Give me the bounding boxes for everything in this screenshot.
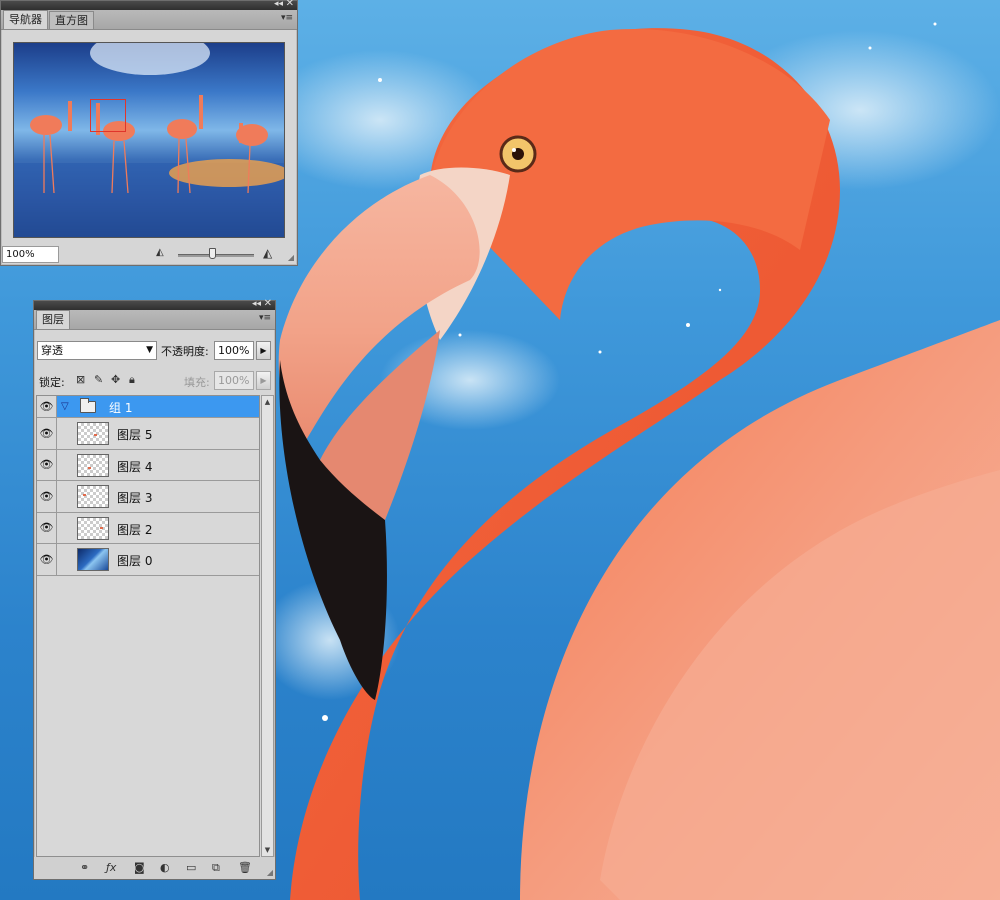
visibility-eye-icon[interactable]: 👁︎: [37, 396, 57, 417]
visibility-eye-icon[interactable]: 👁︎: [37, 481, 57, 512]
new-group-icon[interactable]: ▭: [186, 861, 196, 874]
close-icon[interactable]: ✕: [264, 298, 272, 310]
navigator-panel: ◂◂ ✕ 导航器 直方图 ▾≡ 100% ◭ ◭ ◢: [0, 0, 298, 266]
new-layer-icon[interactable]: ⧉: [212, 861, 220, 875]
lock-transparent-pixels-icon[interactable]: ⊠: [76, 373, 85, 386]
tab-navigator[interactable]: 导航器: [3, 10, 48, 29]
layer-thumbnail: [77, 516, 109, 540]
opacity-slider-button[interactable]: ▶: [256, 341, 271, 360]
layer-thumbnail: [77, 485, 109, 508]
fx-icon[interactable]: ƒx: [106, 861, 116, 874]
navigator-preview[interactable]: [13, 42, 285, 238]
layer-row[interactable]: 👁︎ 图层 2: [37, 512, 259, 544]
layer-row[interactable]: 👁︎ 图层 0: [37, 544, 259, 576]
lock-all-icon[interactable]: 🔒︎: [129, 373, 135, 387]
navigator-preview-image: [14, 43, 284, 237]
collapse-icon[interactable]: ◂◂: [252, 298, 261, 310]
opacity-input[interactable]: 100%: [214, 341, 254, 360]
layer-name: 图层 3: [117, 491, 153, 505]
navigator-tab-row: 导航器 直方图 ▾≡: [1, 10, 297, 30]
resize-grip-icon[interactable]: ◢: [288, 253, 294, 262]
layer-row-group-1[interactable]: 👁︎ ▽ 组 1: [37, 396, 259, 418]
layer-thumbnail: [77, 548, 109, 571]
navigator-titlebar[interactable]: ◂◂ ✕: [1, 0, 297, 10]
panel-menu-icon[interactable]: ▾≡: [281, 13, 293, 23]
blend-opacity-row: 穿透 ▼ 不透明度: 100% ▶: [34, 338, 275, 362]
layers-titlebar[interactable]: ◂◂ ✕: [34, 298, 275, 310]
lock-position-icon[interactable]: ✥: [111, 373, 120, 386]
zoom-input[interactable]: 100%: [2, 246, 59, 263]
layer-row[interactable]: 👁︎ 图层 3: [37, 481, 259, 513]
expand-triangle-icon[interactable]: ▽: [61, 401, 69, 412]
layers-list[interactable]: 👁︎ ▽ 组 1 👁︎ 图层 5 👁︎ 图层 4 👁︎ 图层 3 👁︎ 图层 2…: [36, 395, 260, 857]
visibility-eye-icon[interactable]: 👁︎: [37, 449, 57, 480]
panel-menu-icon[interactable]: ▾≡: [259, 313, 271, 323]
lock-image-pixels-icon[interactable]: ✎: [94, 373, 103, 386]
navigator-view-box[interactable]: [90, 99, 126, 132]
add-mask-icon[interactable]: ◙: [134, 861, 145, 874]
blend-mode-value: 穿透: [41, 344, 63, 357]
collapse-icon[interactable]: ◂◂: [274, 0, 283, 10]
visibility-eye-icon[interactable]: 👁︎: [37, 418, 57, 449]
fill-slider-button[interactable]: ▶: [256, 371, 271, 390]
adjustment-layer-icon[interactable]: ◐: [160, 861, 170, 874]
tab-layers[interactable]: 图层: [36, 310, 70, 329]
zoom-slider-thumb[interactable]: [209, 248, 217, 259]
layer-name: 图层 4: [117, 459, 153, 474]
link-layers-icon[interactable]: ⚭: [80, 861, 89, 874]
layers-scrollbar[interactable]: ▲ ▼: [261, 395, 274, 857]
visibility-eye-icon[interactable]: 👁︎: [37, 512, 57, 543]
layers-tab-row: 图层 ▾≡: [34, 310, 275, 330]
chevron-down-icon: ▼: [146, 345, 153, 355]
layer-row[interactable]: 👁︎ 图层 4: [37, 449, 259, 481]
layer-name: 图层 5: [117, 428, 153, 442]
scroll-down-icon[interactable]: ▼: [262, 844, 273, 856]
lock-label: 锁定:: [39, 376, 65, 389]
close-icon[interactable]: ✕: [286, 0, 294, 10]
opacity-label: 不透明度:: [161, 345, 209, 358]
layer-thumbnail: [77, 422, 109, 445]
layer-name: 图层 2: [117, 522, 153, 537]
layer-name: 图层 0: [117, 554, 153, 568]
zoom-out-icon[interactable]: ◭: [156, 247, 164, 258]
fill-input[interactable]: 100%: [214, 371, 254, 390]
blend-mode-select[interactable]: 穿透 ▼: [37, 341, 157, 360]
layer-thumbnail: [77, 453, 109, 477]
zoom-in-icon[interactable]: ◭: [263, 246, 272, 260]
lock-fill-row: 锁定: ⊠ ✎ ✥ 🔒︎ 填充: 100% ▶: [34, 368, 275, 392]
resize-grip-icon[interactable]: ◢: [267, 868, 273, 877]
tab-histogram[interactable]: 直方图: [49, 11, 94, 29]
layer-row[interactable]: 👁︎ 图层 5: [37, 418, 259, 450]
delete-layer-icon[interactable]: 🗑︎: [238, 861, 252, 874]
folder-icon: [80, 398, 96, 413]
layers-panel: ◂◂ ✕ 图层 ▾≡ 穿透 ▼ 不透明度: 100% ▶ 锁定: ⊠ ✎ ✥ 🔒…: [33, 298, 276, 880]
layers-footer: ⚭ ƒx ◙ ◐ ▭ ⧉ 🗑︎ ◢: [34, 857, 275, 879]
fill-label: 填充:: [184, 376, 210, 389]
scroll-up-icon[interactable]: ▲: [262, 396, 273, 408]
layer-name: 组 1: [109, 401, 133, 415]
visibility-eye-icon[interactable]: 👁︎: [37, 544, 57, 575]
